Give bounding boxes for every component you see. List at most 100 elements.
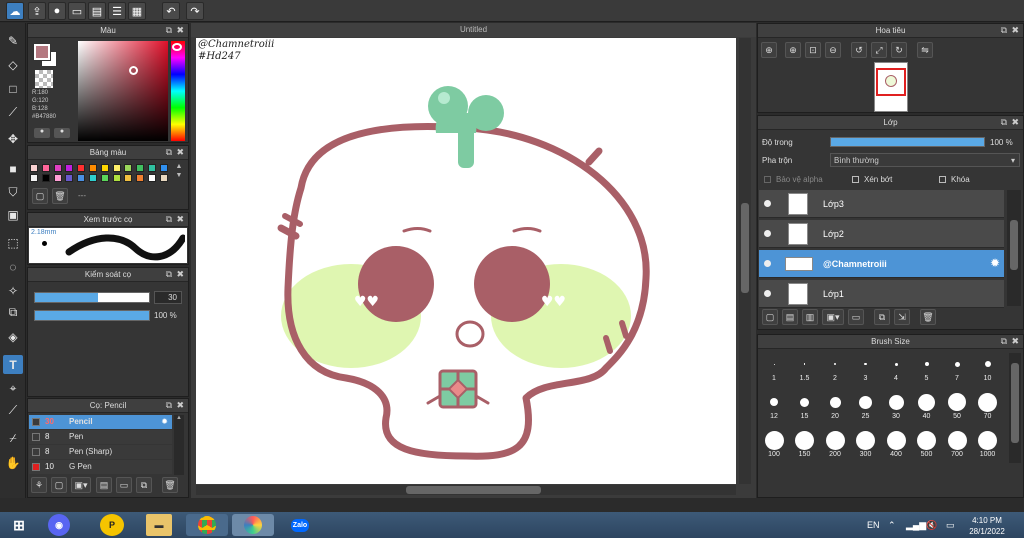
close-icon[interactable]: ✖ xyxy=(1011,116,1019,129)
layer-visibility-icon[interactable] xyxy=(764,230,771,237)
zoom-100-icon[interactable]: ⊡ xyxy=(805,42,821,58)
brush-size-option[interactable]: 40 xyxy=(912,391,942,420)
delete-layer-icon[interactable]: 🗑 xyxy=(920,309,936,325)
medibang-icon[interactable] xyxy=(232,514,274,536)
palette-swatch[interactable] xyxy=(77,164,86,172)
merge-layer-icon[interactable]: ⇲ xyxy=(894,309,910,325)
battery-icon[interactable]: ▭ xyxy=(946,520,955,531)
brush-copy-icon[interactable]: ⧉ xyxy=(136,477,152,493)
move-tool-icon[interactable]: ✥ xyxy=(3,129,23,148)
zoom-fit-icon[interactable]: ⊕ xyxy=(761,42,777,58)
eyedropper-icon[interactable]: ⌿ xyxy=(3,429,23,448)
popout-icon[interactable]: ⧉ xyxy=(166,213,172,226)
clock[interactable]: 4:10 PM 28/1/2022 xyxy=(962,515,1012,537)
brush-size-option[interactable]: 70 xyxy=(973,391,1003,420)
zoom-in-icon[interactable]: ⊕ xyxy=(785,42,801,58)
fit-screen-icon[interactable]: ⤢ xyxy=(871,42,887,58)
brush-size-option[interactable]: 150 xyxy=(790,429,820,458)
palette-swatch[interactable] xyxy=(41,164,50,172)
app-p-icon[interactable]: P xyxy=(100,514,124,536)
hue-slider[interactable] xyxy=(171,41,185,141)
brush-list-item[interactable]: 8 Pen (Sharp) xyxy=(29,445,172,459)
brush-list-item[interactable]: 10 G Pen xyxy=(29,460,172,474)
operation-tool-icon[interactable]: ⌖ xyxy=(3,379,23,398)
layer-visibility-icon[interactable] xyxy=(764,200,771,207)
brush-size-option[interactable]: 15 xyxy=(790,391,820,420)
undo-icon[interactable]: ↶ xyxy=(162,2,180,20)
zoom-out-icon[interactable]: ⊖ xyxy=(825,42,841,58)
select-rect-icon[interactable]: ⬚ xyxy=(3,233,23,252)
settings-gear-icon[interactable]: ✹ xyxy=(161,415,168,429)
brush-list-item[interactable]: 30 Pencil ✹ xyxy=(29,415,172,429)
brush-opacity-slider[interactable] xyxy=(34,310,150,321)
navigator-thumbnail[interactable] xyxy=(874,62,908,112)
palette-swatch[interactable] xyxy=(65,164,74,172)
close-icon[interactable]: ✖ xyxy=(176,24,184,37)
magic-wand-icon[interactable]: ✧ xyxy=(3,281,23,300)
text-tool-icon[interactable]: T xyxy=(3,355,23,374)
brush-delete-icon[interactable]: 🗑 xyxy=(162,477,178,493)
brush-dropdown-icon[interactable]: ▣▾ xyxy=(71,477,91,493)
palette-swatch[interactable] xyxy=(112,164,121,172)
brush-export-icon[interactable]: ▤ xyxy=(96,477,112,493)
list-icon[interactable]: ☰ xyxy=(108,2,126,20)
saturation-value-picker[interactable] xyxy=(78,41,168,141)
brush-add-icon[interactable]: ⚘ xyxy=(31,477,47,493)
brush-size-option[interactable]: 12 xyxy=(759,391,789,420)
rect-tool-icon[interactable]: □ xyxy=(3,79,23,98)
duplicate-layer-icon[interactable]: ⧉ xyxy=(874,309,890,325)
layers-scroll-thumb[interactable] xyxy=(1010,220,1018,270)
canvas-vertical-scrollbar[interactable] xyxy=(739,38,751,484)
palette-swatch[interactable] xyxy=(136,164,145,172)
brush-size-option[interactable]: 100 xyxy=(759,429,789,458)
protect-alpha-checkbox[interactable] xyxy=(764,176,771,183)
palette-swatch[interactable] xyxy=(65,174,74,182)
brush-list-scrollbar[interactable]: ▲ xyxy=(174,415,184,475)
new-layer-8bit-icon[interactable]: ▤ xyxy=(782,309,798,325)
chrome-icon[interactable] xyxy=(186,514,228,536)
close-icon[interactable]: ✖ xyxy=(176,146,184,159)
popout-icon[interactable]: ⧉ xyxy=(1001,335,1007,348)
new-palette-icon[interactable]: ▢ xyxy=(32,188,48,204)
brush-size-option[interactable]: 20 xyxy=(820,391,850,420)
wifi-icon[interactable]: ▂▄▆ xyxy=(906,520,926,531)
horizontal-scroll-thumb[interactable] xyxy=(406,486,541,494)
select-pen-icon[interactable]: ⧉ xyxy=(3,303,23,322)
popout-icon[interactable]: ⧉ xyxy=(1001,116,1007,129)
add-layer-dropdown-icon[interactable]: ▣▾ xyxy=(822,309,844,325)
brush-size-option[interactable]: 700 xyxy=(942,429,972,458)
lock-checkbox[interactable] xyxy=(939,176,946,183)
close-icon[interactable]: ✖ xyxy=(176,268,184,281)
new-folder-icon[interactable]: ▭ xyxy=(848,309,864,325)
palette-swatch[interactable] xyxy=(148,164,156,172)
brush-folder-icon[interactable]: ▭ xyxy=(116,477,132,493)
blend-mode-select[interactable]: Bình thường ▾ xyxy=(830,153,1020,167)
palette-swatch[interactable] xyxy=(148,174,156,182)
brush-size-option[interactable]: 30 xyxy=(881,391,911,420)
palette-swatch[interactable] xyxy=(159,164,168,172)
popout-icon[interactable]: ⧉ xyxy=(166,146,172,159)
brush-size-option[interactable]: 200 xyxy=(820,429,850,458)
layer-visibility-icon[interactable] xyxy=(764,260,771,267)
rotate-right-icon[interactable]: ↻ xyxy=(891,42,907,58)
layer-opacity-slider[interactable] xyxy=(830,137,985,147)
file-explorer-icon[interactable]: ▬ xyxy=(146,514,172,536)
brush-size-option[interactable]: 400 xyxy=(881,429,911,458)
layers-scrollbar[interactable] xyxy=(1007,190,1021,306)
palette-swatch[interactable] xyxy=(112,174,121,182)
brush-new-icon[interactable]: ▢ xyxy=(51,477,67,493)
grid-icon[interactable]: ▦ xyxy=(128,2,146,20)
color-picker-cursor[interactable] xyxy=(129,66,138,75)
palette-swatch[interactable] xyxy=(53,174,62,182)
palette-settings-icon[interactable]: ● xyxy=(54,128,70,138)
popout-icon[interactable]: ⧉ xyxy=(166,24,172,37)
palette-swatch[interactable] xyxy=(89,164,97,172)
flip-icon[interactable]: ⇋ xyxy=(917,42,933,58)
rotate-left-icon[interactable]: ↺ xyxy=(851,42,867,58)
lasso-icon[interactable]: ◌ xyxy=(3,257,23,276)
transparent-swatch[interactable] xyxy=(35,70,53,88)
brush-size-option[interactable]: 5 xyxy=(912,353,942,382)
palette-swatch[interactable] xyxy=(100,164,109,172)
fill-rect-tool-icon[interactable]: ■ xyxy=(3,159,23,178)
popout-icon[interactable]: ⧉ xyxy=(166,399,172,412)
